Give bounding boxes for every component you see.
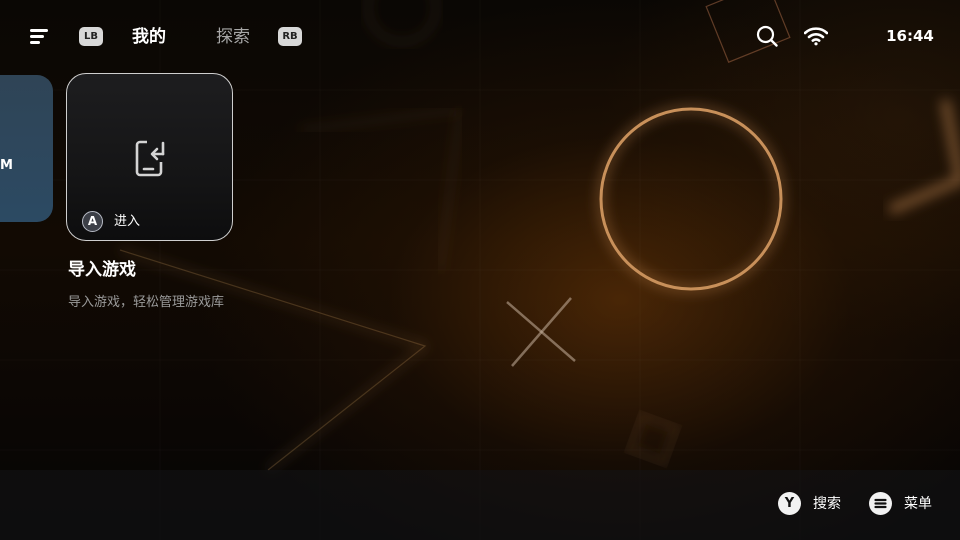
clock: 16:44 bbox=[886, 27, 934, 45]
previous-card-label: M bbox=[0, 158, 13, 173]
lb-button-hint[interactable]: LB bbox=[79, 27, 103, 46]
top-bar: LB 我的 探索 RB 16:44 bbox=[0, 0, 960, 72]
previous-card[interactable] bbox=[0, 75, 53, 222]
wifi-icon[interactable] bbox=[803, 26, 829, 50]
hamburger-menu-icon[interactable] bbox=[30, 27, 50, 45]
import-phone-arrow-icon bbox=[133, 138, 169, 182]
search-icon[interactable] bbox=[756, 25, 778, 51]
a-button-icon: A bbox=[82, 211, 103, 232]
import-game-card[interactable]: A 进入 bbox=[66, 73, 233, 241]
rb-button-hint[interactable]: RB bbox=[278, 27, 302, 46]
tab-mine[interactable]: 我的 bbox=[132, 26, 166, 48]
y-button-icon: Y bbox=[778, 492, 801, 515]
card-title: 导入游戏 bbox=[68, 260, 136, 280]
card-subtitle: 导入游戏，轻松管理游戏库 bbox=[68, 295, 225, 310]
enter-label: 进入 bbox=[114, 214, 141, 229]
tab-explore[interactable]: 探索 bbox=[216, 26, 250, 48]
menu-hint-label[interactable]: 菜单 bbox=[904, 495, 932, 513]
menu-lines-icon bbox=[869, 492, 892, 515]
search-hint-label[interactable]: 搜索 bbox=[813, 495, 841, 513]
